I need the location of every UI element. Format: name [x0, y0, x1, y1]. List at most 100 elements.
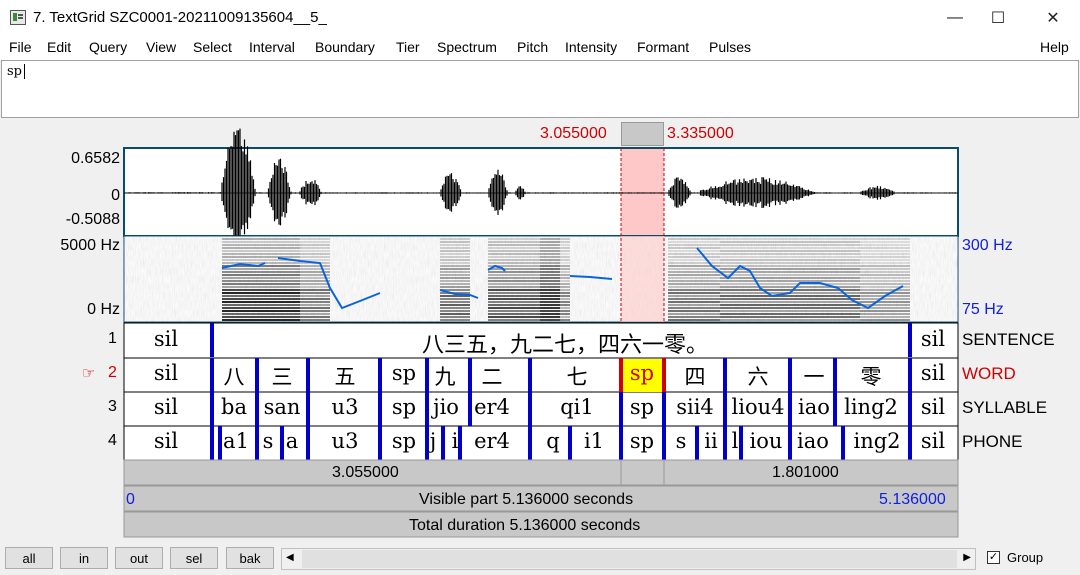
- tier-4-interval-label[interactable]: i: [452, 429, 459, 453]
- zoom-selection-button[interactable]: sel: [170, 547, 218, 569]
- time-bar-right[interactable]: 1.801000: [772, 464, 839, 482]
- tier-3-interval-label[interactable]: sp: [392, 395, 416, 419]
- menu-pitch[interactable]: Pitch: [517, 39, 548, 55]
- tier-3-interval-label[interactable]: qi1: [560, 395, 594, 419]
- visible-end: 5.136000: [879, 491, 946, 508]
- tier-4-interval-label[interactable]: a: [286, 429, 299, 453]
- interval-text-field[interactable]: sp: [1, 60, 1079, 118]
- tier-2-interval-label[interactable]: 二: [482, 361, 503, 391]
- tier-4-interval-label[interactable]: ing2: [853, 429, 900, 453]
- tier-3-interval-label[interactable]: iao: [798, 395, 830, 419]
- menu-query[interactable]: Query: [89, 39, 127, 55]
- scroll-right-icon[interactable]: ▶: [963, 552, 971, 563]
- tier-2-interval-label[interactable]: 一: [804, 361, 825, 391]
- time-bar-left[interactable]: 3.055000: [332, 464, 399, 482]
- menu-edit[interactable]: Edit: [47, 39, 71, 55]
- menu-select[interactable]: Select: [193, 39, 232, 55]
- menu-spectrum[interactable]: Spectrum: [437, 39, 497, 55]
- menu-boundary[interactable]: Boundary: [315, 39, 375, 55]
- tier-4-interval-label[interactable]: ii: [704, 429, 717, 453]
- menu-interval[interactable]: Interval: [249, 39, 295, 55]
- maximize-button[interactable]: ☐: [975, 0, 1021, 36]
- tier-3-interval-label[interactable]: sii4: [676, 395, 714, 419]
- menu-intensity[interactable]: Intensity: [565, 39, 617, 55]
- zoom-in-button[interactable]: in: [60, 547, 108, 569]
- tier-3-name[interactable]: SYLLABLE: [962, 398, 1047, 418]
- tier-2-interval-label[interactable]: 九: [435, 361, 456, 391]
- tier-4-interval-label[interactable]: iao: [797, 429, 829, 453]
- tier-3-interval-label[interactable]: liou4: [732, 395, 785, 419]
- tier-4-interval-label[interactable]: iou: [750, 429, 783, 453]
- close-button[interactable]: ✕: [1030, 0, 1076, 36]
- menu-bar: File Edit Query View Select Interval Bou…: [0, 36, 1080, 60]
- tier-4-interval-label[interactable]: j: [430, 429, 437, 453]
- tier-4-interval-label[interactable]: u3: [332, 429, 359, 453]
- tier-4-name[interactable]: PHONE: [962, 432, 1022, 452]
- tier-2-interval-label[interactable]: 零: [861, 361, 882, 391]
- tier-4-number: 4: [108, 432, 117, 449]
- tier-1-interval-label[interactable]: sil: [154, 327, 178, 351]
- minimize-button[interactable]: —: [932, 0, 978, 36]
- tier-3-interval-label[interactable]: sil: [921, 395, 945, 419]
- editor-canvas[interactable]: 3.055000 3.335000 0.6582 0 -0.5088 5000 …: [0, 118, 1080, 542]
- group-label: Group: [1007, 550, 1044, 565]
- tier-1-number: 1: [108, 330, 117, 347]
- tier-3-interval-label[interactable]: u3: [332, 395, 359, 419]
- tier-4-interval-label[interactable]: sp: [392, 429, 416, 453]
- tier-4-interval-label[interactable]: er4: [474, 429, 510, 453]
- tier-2-interval-label[interactable]: 六: [748, 361, 769, 391]
- menu-pulses[interactable]: Pulses: [709, 39, 751, 55]
- tier-2-interval-label[interactable]: sil: [154, 361, 178, 385]
- tier-4-interval-label[interactable]: s: [676, 429, 687, 453]
- tier-1-name[interactable]: SENTENCE: [962, 330, 1055, 350]
- tier-2-interval-label[interactable]: 五: [335, 361, 356, 391]
- tier-3-interval-label[interactable]: er4: [474, 395, 510, 419]
- tier-4-interval-label[interactable]: s: [263, 429, 274, 453]
- horizontal-scrollbar[interactable]: ◀ ▶: [281, 548, 976, 570]
- zoom-back-button[interactable]: bak: [226, 547, 274, 569]
- tier-3-interval-label[interactable]: sil: [154, 395, 178, 419]
- tier-2-interval-label[interactable]: 七: [567, 361, 588, 391]
- title-bar: 7. TextGrid SZC0001-20211009135604__5_ —…: [0, 0, 1080, 36]
- tier-4-interval-label[interactable]: q: [546, 429, 559, 453]
- visible-part-label[interactable]: Visible part 5.136000 seconds: [419, 491, 633, 509]
- menu-file[interactable]: File: [9, 39, 32, 55]
- zoom-out-button[interactable]: out: [115, 547, 163, 569]
- tier-2-interval-label[interactable]: sp: [630, 361, 654, 385]
- tier-2-interval-label[interactable]: 四: [685, 361, 706, 391]
- tier-1-interval-label[interactable]: 八三五，九二七，四六一零。: [422, 327, 708, 359]
- tier-4-interval-label[interactable]: i1: [584, 429, 604, 453]
- tier-4-interval-label[interactable]: l: [732, 429, 739, 453]
- tier-4-interval-label[interactable]: a1: [223, 429, 249, 453]
- tier-2-interval-label[interactable]: 八: [224, 361, 245, 391]
- tier-2-interval-label[interactable]: sp: [392, 361, 416, 385]
- textgrid-app-icon: [10, 10, 26, 25]
- tier-2-number: 2: [108, 364, 117, 381]
- visible-start: 0: [126, 491, 135, 508]
- tier-2-interval-label[interactable]: sil: [921, 361, 945, 385]
- total-duration-label[interactable]: Total duration 5.136000 seconds: [409, 517, 640, 535]
- menu-tier[interactable]: Tier: [396, 39, 420, 55]
- tier-1-interval-label[interactable]: sil: [921, 327, 945, 351]
- menu-help[interactable]: Help: [1040, 39, 1069, 55]
- scrollbar-thumb[interactable]: [302, 550, 957, 568]
- tier-3-interval-label[interactable]: jio: [433, 395, 459, 419]
- tier-2-interval-label[interactable]: 三: [272, 361, 293, 391]
- menu-view[interactable]: View: [146, 39, 176, 55]
- tier-4-interval-label[interactable]: sil: [921, 429, 945, 453]
- menu-formant[interactable]: Formant: [637, 39, 689, 55]
- tier-3-interval-label[interactable]: san: [264, 395, 301, 419]
- zoom-all-button[interactable]: all: [5, 547, 53, 569]
- window-title: 7. TextGrid SZC0001-20211009135604__5_: [33, 9, 327, 26]
- scroll-left-icon[interactable]: ◀: [286, 552, 294, 563]
- text-caret: [24, 64, 25, 79]
- tier-3-interval-label[interactable]: ba: [221, 395, 247, 419]
- waveform-selection: [621, 149, 664, 235]
- tier-4-interval-label[interactable]: sil: [154, 429, 178, 453]
- tier-3-interval-label[interactable]: ling2: [844, 395, 898, 419]
- group-checkbox[interactable]: ✓: [987, 551, 1000, 564]
- bottom-toolbar: all in out sel bak ◀ ▶ ✓ Group: [0, 542, 1080, 575]
- tier-4-interval-label[interactable]: sp: [630, 429, 654, 453]
- tier-2-name[interactable]: WORD: [962, 364, 1016, 384]
- tier-3-interval-label[interactable]: sp: [630, 395, 654, 419]
